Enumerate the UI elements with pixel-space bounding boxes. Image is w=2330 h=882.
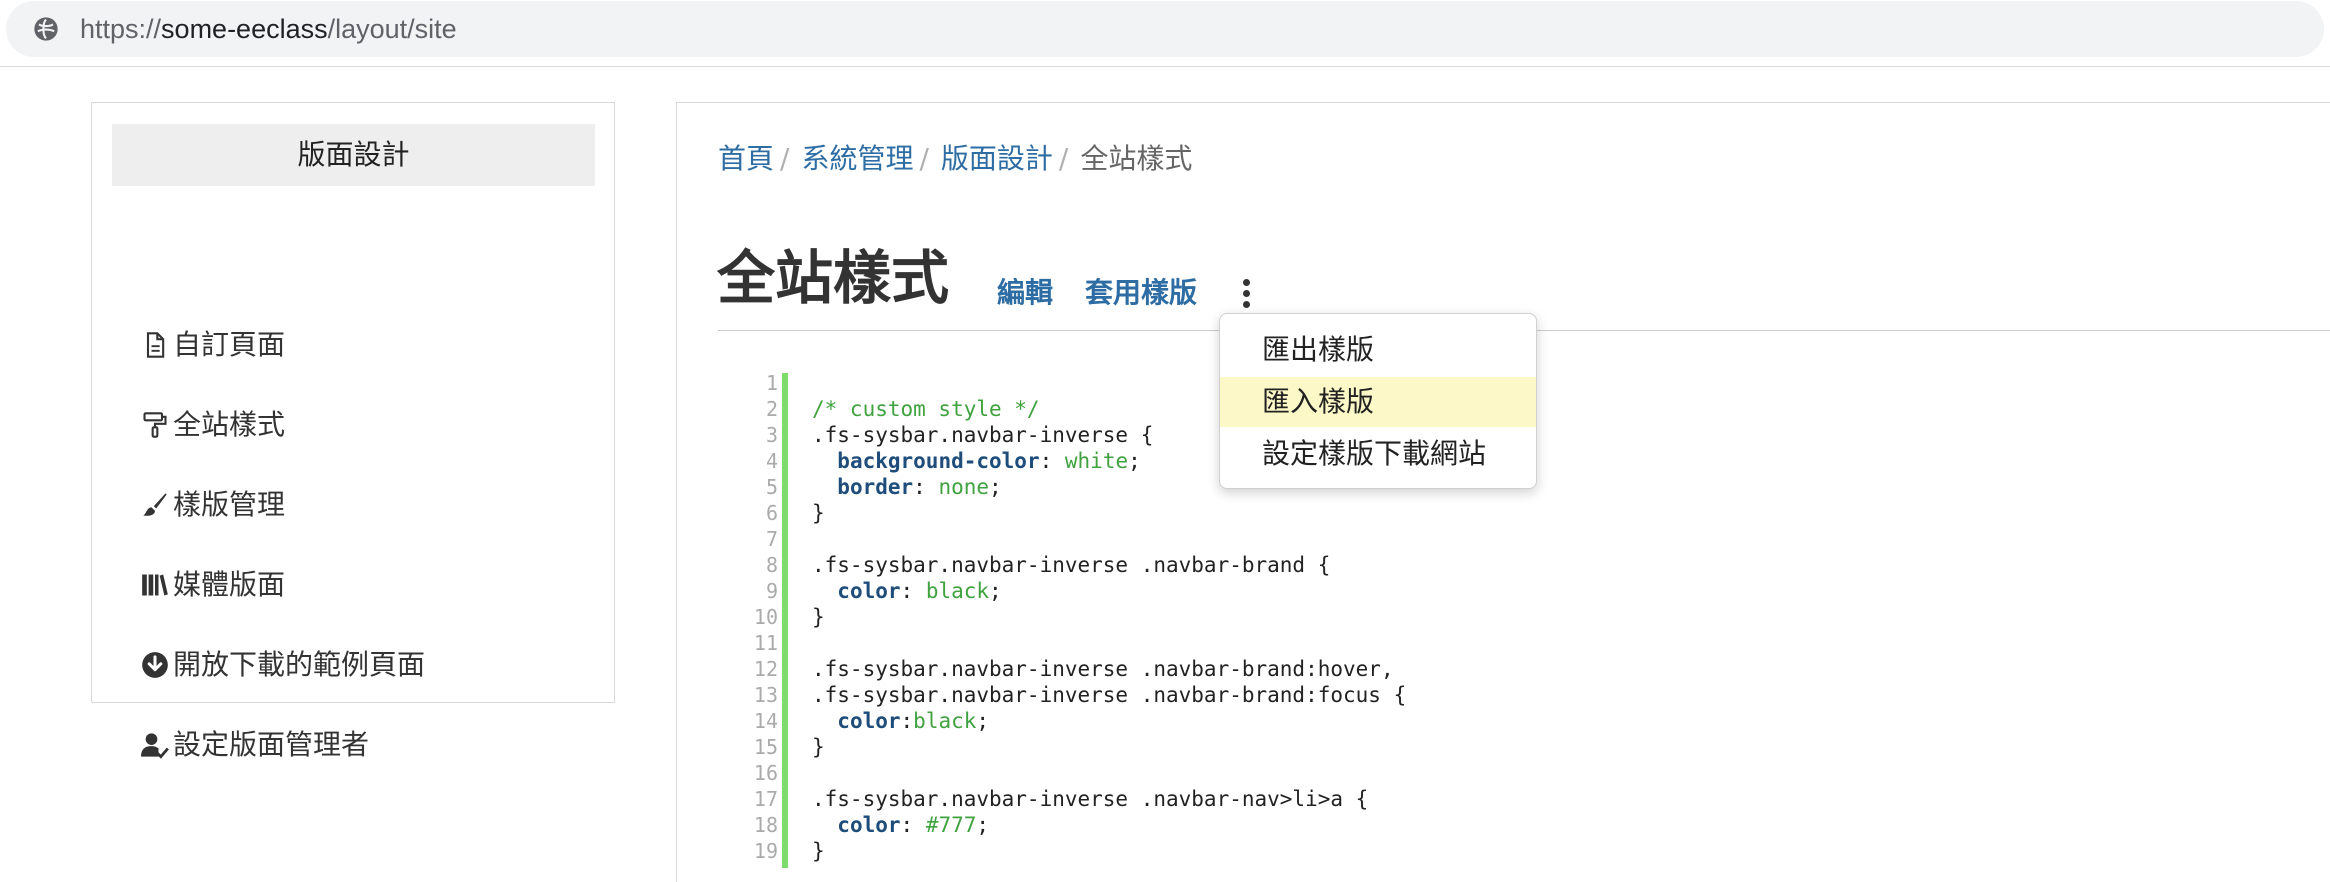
- page-title: 全站樣式: [717, 244, 950, 312]
- line-number: 4: [765, 449, 778, 473]
- line-number: 12: [753, 657, 778, 681]
- code-line: }: [812, 501, 825, 525]
- address-bar[interactable]: https://some-eeclass/layout/site: [6, 1, 2324, 57]
- sidebar-item-label: 開放下載的範例頁面: [173, 648, 426, 681]
- user-check-icon: [141, 733, 169, 759]
- breadcrumb-current: 全站樣式: [1080, 142, 1193, 175]
- paint-brush-icon: [143, 493, 167, 516]
- paint-roller-icon: [143, 412, 167, 438]
- code-line: .fs-sysbar.navbar-inverse .navbar-nav>li…: [812, 787, 1369, 811]
- download-circle-icon: [142, 652, 168, 678]
- sidebar-item-label: 樣版管理: [173, 488, 286, 521]
- code-line: }: [812, 839, 825, 863]
- code-line: color:black;: [837, 709, 990, 733]
- divider: [0, 66, 2330, 67]
- apply-template-button[interactable]: 套用樣版: [1085, 271, 1197, 315]
- more-options-icon[interactable]: [1235, 279, 1257, 313]
- code-line: }: [812, 605, 825, 629]
- line-number: 2: [765, 397, 778, 421]
- line-number: 19: [753, 839, 778, 863]
- sidebar-item-label: 媒體版面: [173, 568, 286, 601]
- url-text: https://some-eeclass/layout/site: [80, 14, 457, 44]
- menu-item-set-download-site[interactable]: 設定樣版下載網站: [1220, 429, 1536, 479]
- breadcrumb-layout-design[interactable]: 版面設計: [941, 142, 1053, 175]
- line-number: 3: [765, 423, 778, 447]
- code-line: .fs-sysbar.navbar-inverse .navbar-brand:…: [812, 657, 1394, 681]
- line-number: 11: [753, 631, 778, 655]
- breadcrumb-home[interactable]: 首頁: [718, 142, 774, 175]
- sidebar-title: 版面設計: [112, 124, 595, 186]
- line-number: 18: [753, 813, 778, 837]
- line-number: 6: [765, 501, 778, 525]
- breadcrumb: 首頁 / 系統管理 / 版面設計 / 全站樣式: [718, 142, 1193, 175]
- sidebar-item-label: 自訂頁面: [173, 328, 286, 361]
- line-number: 7: [765, 527, 778, 551]
- sidebar: 版面設計 自訂頁面 全站樣式 樣版管理 媒體版面 開放下載的範例頁面 設定版面管…: [91, 102, 615, 761]
- line-number: 13: [753, 683, 778, 707]
- sidebar-item-label: 全站樣式: [173, 408, 286, 441]
- more-options-menu: 匯出樣版 匯入樣版 設定樣版下載網站: [1219, 313, 1537, 489]
- breadcrumb-system-admin[interactable]: 系統管理: [801, 142, 913, 175]
- line-number: 16: [753, 761, 778, 785]
- code-line: .fs-sysbar.navbar-inverse .navbar-brand …: [812, 553, 1331, 577]
- menu-item-export-template[interactable]: 匯出樣版: [1220, 325, 1536, 375]
- code-line: color: #777;: [837, 813, 990, 837]
- code-line: .fs-sysbar.navbar-inverse .navbar-brand:…: [812, 683, 1407, 707]
- edit-button[interactable]: 編輯: [997, 271, 1053, 315]
- sidebar-item-label: 設定版面管理者: [173, 728, 370, 761]
- line-number: 5: [765, 475, 778, 499]
- editor-status-bar: [782, 373, 788, 868]
- line-number-gutter: 1 2 3 4 5 6 7 8 9 10 11 12 13 14 15 16 17 18 19: [736, 370, 778, 864]
- books-icon: [142, 574, 168, 596]
- line-number: 17: [753, 787, 778, 811]
- menu-item-import-template[interactable]: 匯入樣版: [1220, 377, 1536, 427]
- code-line: }: [812, 735, 825, 759]
- file-icon: [146, 332, 165, 358]
- line-number: 10: [753, 605, 778, 629]
- line-number: 14: [753, 709, 778, 733]
- globe-icon: [34, 17, 58, 41]
- code-line: color: black;: [837, 579, 1002, 603]
- line-number: 9: [765, 579, 778, 603]
- line-number: 1: [765, 371, 778, 395]
- line-number: 15: [753, 735, 778, 759]
- line-number: 8: [765, 553, 778, 577]
